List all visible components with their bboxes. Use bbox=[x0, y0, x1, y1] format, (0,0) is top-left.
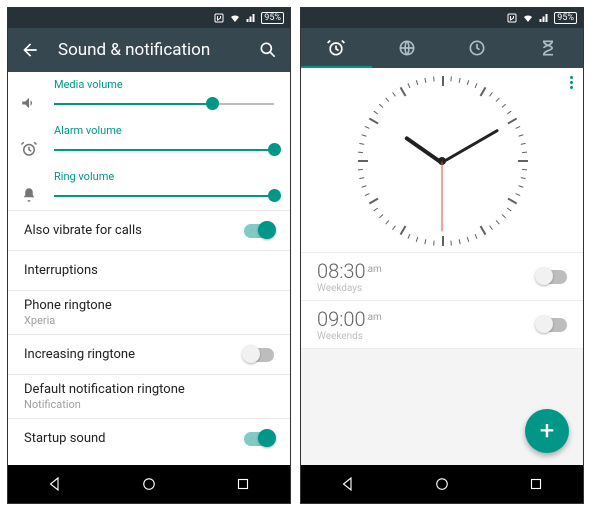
alarm-time: 08:30 bbox=[317, 259, 366, 283]
settings-content: Media volume Alarm volume Ring volume Al… bbox=[8, 72, 290, 465]
alarm-volume-label: Alarm volume bbox=[54, 124, 274, 137]
alarm-days: Weekdays bbox=[317, 283, 537, 294]
settings-screen: 95% Sound & notification Media volume Al… bbox=[7, 7, 291, 504]
nav-recent-icon[interactable] bbox=[234, 475, 252, 493]
battery-indicator: 95% bbox=[261, 12, 284, 24]
nav-back-icon[interactable] bbox=[46, 475, 64, 493]
alarm-ampm: am bbox=[368, 264, 382, 275]
ring-volume-label: Ring volume bbox=[54, 170, 274, 183]
alarm-icon bbox=[20, 140, 40, 162]
signal-icon bbox=[538, 12, 550, 24]
navigation-bar bbox=[301, 465, 583, 503]
alarm-time: 09:00 bbox=[317, 307, 366, 331]
vibrate-for-calls-item[interactable]: Also vibrate for calls bbox=[8, 210, 290, 250]
back-icon[interactable] bbox=[20, 40, 40, 60]
page-title: Sound & notification bbox=[58, 40, 240, 60]
bell-icon bbox=[20, 186, 40, 208]
status-bar: 95% bbox=[8, 8, 290, 28]
search-icon[interactable] bbox=[258, 40, 278, 60]
analog-clock-area bbox=[301, 68, 583, 252]
nav-recent-icon[interactable] bbox=[527, 475, 545, 493]
alarm-volume-row: Alarm volume bbox=[8, 118, 290, 164]
alarm-switch[interactable] bbox=[537, 318, 567, 332]
navigation-bar bbox=[8, 465, 290, 503]
interruptions-label: Interruptions bbox=[24, 263, 274, 278]
ring-volume-row: Ring volume bbox=[8, 164, 290, 210]
ringtone-value: Xperia bbox=[24, 314, 274, 327]
nfc-icon bbox=[506, 12, 518, 24]
alarm-days: Weekends bbox=[317, 331, 537, 342]
wifi-icon bbox=[229, 12, 241, 24]
battery-indicator: 95% bbox=[554, 12, 577, 24]
tab-alarm[interactable] bbox=[301, 28, 372, 68]
interruptions-item[interactable]: Interruptions bbox=[8, 250, 290, 290]
nav-home-icon[interactable] bbox=[433, 475, 451, 493]
vibrate-label: Also vibrate for calls bbox=[24, 223, 244, 238]
analog-clock bbox=[357, 76, 527, 246]
ringtone-label: Phone ringtone bbox=[24, 298, 274, 313]
wifi-icon bbox=[522, 12, 534, 24]
increasing-ringtone-item[interactable]: Increasing ringtone bbox=[8, 334, 290, 374]
default-notification-item[interactable]: Default notification ringtone Notificati… bbox=[8, 374, 290, 418]
alarm-row[interactable]: 09:00am Weekends bbox=[301, 300, 583, 348]
overflow-menu-icon[interactable] bbox=[570, 74, 573, 91]
nav-home-icon[interactable] bbox=[140, 475, 158, 493]
signal-icon bbox=[245, 12, 257, 24]
default-notif-value: Notification bbox=[24, 398, 274, 411]
add-alarm-fab[interactable]: + bbox=[525, 409, 569, 453]
clock-content: 08:30am Weekdays 09:00am Weekends + bbox=[301, 68, 583, 465]
increasing-label: Increasing ringtone bbox=[24, 347, 244, 362]
tab-timer[interactable] bbox=[513, 28, 584, 68]
clock-empty-area: + bbox=[301, 348, 583, 465]
tab-world-clock[interactable] bbox=[372, 28, 443, 68]
startup-sound-item[interactable]: Startup sound bbox=[8, 418, 290, 458]
media-volume-label: Media volume bbox=[54, 78, 274, 91]
speaker-icon bbox=[20, 94, 40, 116]
nfc-icon bbox=[213, 12, 225, 24]
phone-ringtone-item[interactable]: Phone ringtone Xperia bbox=[8, 290, 290, 334]
clock-tabs bbox=[301, 28, 583, 68]
startup-label: Startup sound bbox=[24, 431, 244, 446]
default-notif-label: Default notification ringtone bbox=[24, 382, 274, 397]
vibrate-switch[interactable] bbox=[244, 224, 274, 238]
media-volume-row: Media volume bbox=[8, 72, 290, 118]
ring-volume-slider[interactable] bbox=[54, 185, 274, 207]
media-volume-slider[interactable] bbox=[54, 93, 274, 115]
alarm-ampm: am bbox=[368, 312, 382, 323]
alarm-volume-slider[interactable] bbox=[54, 139, 274, 161]
clock-screen: 95% 08:30am Weekdays 09:00am Weekends bbox=[300, 7, 584, 504]
nav-back-icon[interactable] bbox=[339, 475, 357, 493]
tab-stopwatch[interactable] bbox=[442, 28, 513, 68]
app-bar: Sound & notification bbox=[8, 28, 290, 72]
plus-icon: + bbox=[540, 416, 555, 446]
startup-switch[interactable] bbox=[244, 432, 274, 446]
alarm-switch[interactable] bbox=[537, 270, 567, 284]
alarm-row[interactable]: 08:30am Weekdays bbox=[301, 252, 583, 300]
increasing-switch[interactable] bbox=[244, 348, 274, 362]
status-bar: 95% bbox=[301, 8, 583, 28]
